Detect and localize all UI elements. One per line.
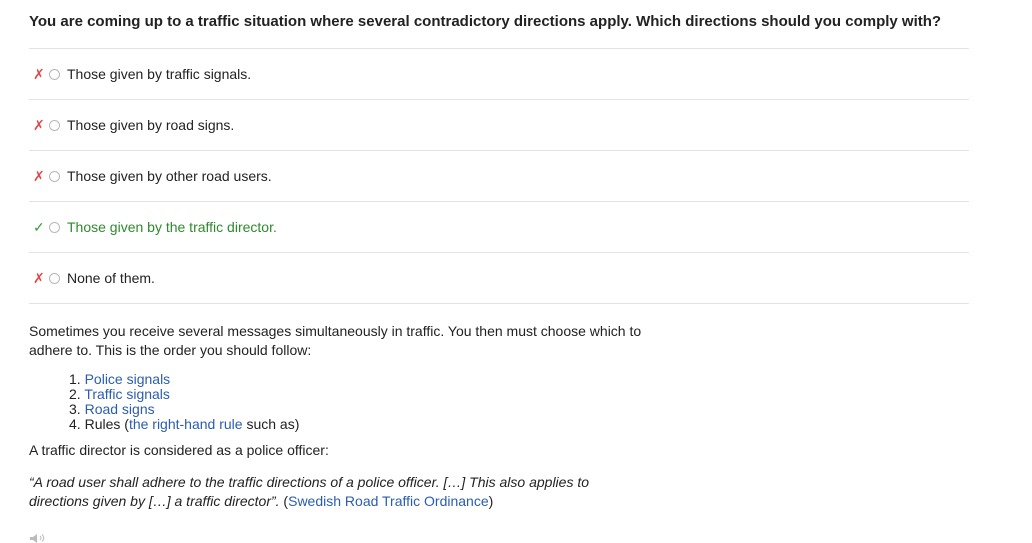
list-number: 1. <box>69 371 81 387</box>
source-close: ) <box>488 493 494 509</box>
ordinance-link[interactable]: Swedish Road Traffic Ordinance <box>288 493 489 509</box>
answer-text: None of them. <box>67 270 155 286</box>
list-item: 3. Road signs <box>69 402 649 417</box>
radio-button[interactable] <box>49 170 60 182</box>
explanation-paragraph: A traffic director is considered as a po… <box>29 442 329 458</box>
wrong-mark-icon: ✗ <box>33 65 45 82</box>
list-item: 2. Traffic signals <box>69 387 649 402</box>
wrong-mark-icon: ✗ <box>33 167 45 184</box>
list-item: 1. Police signals <box>69 372 649 387</box>
answer-text: Those given by the traffic director. <box>67 219 277 235</box>
answer-option-4[interactable]: ✓ Those given by the traffic director. <box>29 201 969 252</box>
list-number: 2. <box>69 386 81 402</box>
radio-button[interactable] <box>49 272 60 284</box>
radio-button[interactable] <box>49 119 60 131</box>
radio-button[interactable] <box>49 221 60 233</box>
answer-option-2[interactable]: ✗ Those given by road signs. <box>29 99 969 150</box>
ordinance-quote: “A road user shall adhere to the traffic… <box>29 473 649 511</box>
speaker-icon[interactable] <box>29 533 47 543</box>
radio-button[interactable] <box>49 68 60 80</box>
answer-list: ✗ Those given by traffic signals. ✗ Thos… <box>29 48 969 304</box>
answer-text: Those given by other road users. <box>67 168 272 184</box>
wrong-mark-icon: ✗ <box>33 269 45 286</box>
rules-prefix: Rules ( <box>84 416 129 432</box>
road-signs-link[interactable]: Road signs <box>85 401 155 417</box>
right-hand-rule-link[interactable]: the right-hand rule <box>129 416 243 432</box>
list-number: 3. <box>69 401 81 417</box>
check-mark-icon: ✓ <box>33 218 45 235</box>
question-text: You are coming up to a traffic situation… <box>29 13 942 30</box>
explanation: Sometimes you receive several messages s… <box>29 322 649 511</box>
priority-list: 1. Police signals 2. Traffic signals 3. … <box>29 372 649 432</box>
rules-suffix: such as) <box>242 416 300 432</box>
list-number: 4. <box>69 416 81 432</box>
answer-option-1[interactable]: ✗ Those given by traffic signals. <box>29 48 969 99</box>
wrong-mark-icon: ✗ <box>33 116 45 133</box>
police-signals-link[interactable]: Police signals <box>85 371 171 387</box>
traffic-signals-link[interactable]: Traffic signals <box>84 386 170 402</box>
answer-text: Those given by road signs. <box>67 117 235 133</box>
source-open: ( <box>279 493 289 509</box>
list-item: 4. Rules (the right-hand rule such as) <box>69 417 649 432</box>
answer-option-5[interactable]: ✗ None of them. <box>29 252 969 304</box>
answer-option-3[interactable]: ✗ Those given by other road users. <box>29 150 969 201</box>
explanation-intro: Sometimes you receive several messages s… <box>29 323 642 358</box>
answer-text: Those given by traffic signals. <box>67 66 252 82</box>
